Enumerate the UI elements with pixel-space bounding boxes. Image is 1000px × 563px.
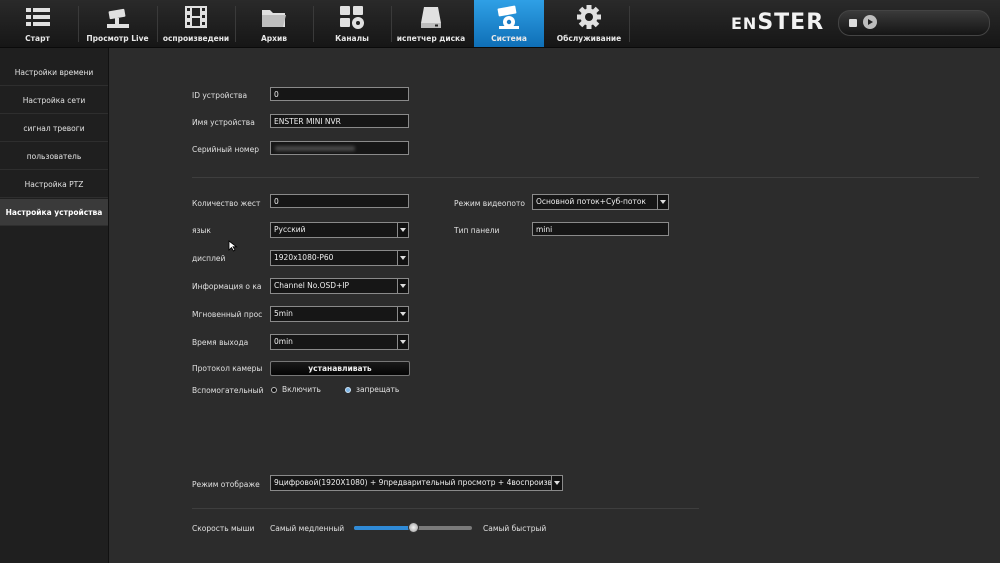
panel-type-label: Тип панели <box>454 226 500 235</box>
auxiliary-label: Вспомогательный <box>192 386 264 395</box>
tab-archive-label: Архив <box>260 34 287 43</box>
chevron-down-icon <box>397 307 408 321</box>
chevron-down-icon <box>397 279 408 293</box>
device-id-input[interactable]: 0 <box>270 87 409 101</box>
tab-start[interactable]: Старт <box>0 0 75 47</box>
tab-channels-label: Каналы <box>335 34 369 43</box>
slider-fill <box>354 526 413 530</box>
tab-system[interactable]: Система <box>474 0 544 47</box>
serial-number-input[interactable] <box>270 141 409 155</box>
tab-channels[interactable]: Каналы <box>314 0 390 47</box>
film-icon <box>181 3 211 31</box>
mouse-pointer-icon <box>228 240 238 252</box>
device-id-label: ID устройства <box>192 91 248 100</box>
brand-logo: ENSTER <box>731 10 825 35</box>
chevron-down-icon <box>397 335 408 349</box>
display-mode-select[interactable]: 9цифровой(1920X1080) + 9предварительный … <box>270 475 563 491</box>
panel-type-input[interactable]: mini <box>532 222 669 236</box>
sidebar-item-alarm[interactable]: сигнал тревоги <box>0 115 108 142</box>
display-resolution-select[interactable]: 1920x1080-P60 <box>270 250 409 266</box>
video-stream-mode-label: Режим видеопото <box>454 199 525 208</box>
tab-disk-manager[interactable]: испетчер диска <box>392 0 470 47</box>
camera-protocol-set-button[interactable]: устанавливать <box>270 361 410 376</box>
instant-playback-label: Мгновенный прос <box>192 310 262 319</box>
tab-disk-manager-label: испетчер диска <box>396 34 466 43</box>
tab-playback[interactable]: оспроизведени <box>158 0 234 47</box>
mouse-speed-max-label: Самый быстрый <box>483 524 547 533</box>
exit-time-label: Время выхода <box>192 338 249 347</box>
language-select[interactable]: Русский <box>270 222 409 238</box>
channel-info-select[interactable]: Channel No.OSD+IP <box>270 278 409 294</box>
hdd-count-label: Количество жест <box>192 199 261 208</box>
system-camera-gear-icon <box>494 3 524 31</box>
chevron-down-icon <box>397 223 408 237</box>
tab-start-label: Старт <box>25 34 50 43</box>
sidebar: Настройки времени Настройка сети сигнал … <box>0 48 109 563</box>
camera-protocol-label: Протокол камеры <box>192 364 263 373</box>
disk-icon <box>416 3 446 31</box>
video-stream-mode-select[interactable]: Основной поток+Суб-поток <box>532 194 669 210</box>
channels-icon <box>337 3 367 31</box>
sidebar-item-device-settings[interactable]: Настройка устройства <box>0 199 108 226</box>
folder-icon <box>259 3 289 31</box>
instant-playback-select[interactable]: 5min <box>270 306 409 322</box>
mouse-speed-label: Скорость мыши <box>192 524 255 533</box>
chevron-down-icon <box>657 195 668 209</box>
tab-system-label: Система <box>491 34 527 43</box>
serial-number-label: Серийный номер <box>192 145 259 154</box>
auxiliary-enable-radio[interactable]: Включить <box>271 385 321 394</box>
camera-live-icon <box>103 3 133 31</box>
tab-live-view-label: Просмотр Live <box>86 34 149 43</box>
tab-maintenance-label: Обслуживание <box>556 34 622 43</box>
play-icon[interactable] <box>863 15 877 29</box>
language-label: язык <box>192 226 211 235</box>
device-name-input[interactable]: ENSTER MINI NVR <box>270 114 409 128</box>
tab-maintenance[interactable]: Обслуживание <box>550 0 628 47</box>
sidebar-item-time-settings[interactable]: Настройки времени <box>0 59 108 86</box>
chevron-down-icon <box>397 251 408 265</box>
system-control-box <box>838 10 990 36</box>
mouse-speed-slider[interactable] <box>354 522 472 534</box>
chevron-down-icon <box>551 476 562 490</box>
tab-live-view[interactable]: Просмотр Live <box>80 0 155 47</box>
hdd-count-input[interactable]: 0 <box>270 194 409 208</box>
menu-list-icon <box>23 3 53 31</box>
display-mode-label: Режим отображе <box>192 480 260 489</box>
device-name-label: Имя устройства <box>192 118 255 127</box>
divider <box>192 177 979 178</box>
slider-knob[interactable] <box>408 522 419 533</box>
gear-icon <box>574 3 604 31</box>
stop-icon[interactable] <box>849 19 857 27</box>
mouse-speed-min-label: Самый медленный <box>270 524 345 533</box>
tab-archive[interactable]: Архив <box>236 0 312 47</box>
top-navigation-bar: Старт Просмотр Live оспроизведени Архив … <box>0 0 1000 48</box>
serial-redacted <box>275 146 355 151</box>
sidebar-item-ptz[interactable]: Настройка PTZ <box>0 171 108 198</box>
tab-playback-label: оспроизведени <box>162 34 230 43</box>
channel-info-label: Информация о ка <box>192 282 262 291</box>
divider <box>192 508 699 509</box>
device-settings-panel: ID устройства 0 Имя устройства ENSTER MI… <box>109 48 1000 563</box>
auxiliary-disable-radio[interactable]: запрещать <box>345 385 399 394</box>
display-label: дисплей <box>192 254 226 263</box>
sidebar-item-user[interactable]: пользователь <box>0 143 108 170</box>
exit-time-select[interactable]: 0min <box>270 334 409 350</box>
sidebar-item-network-settings[interactable]: Настройка сети <box>0 87 108 114</box>
